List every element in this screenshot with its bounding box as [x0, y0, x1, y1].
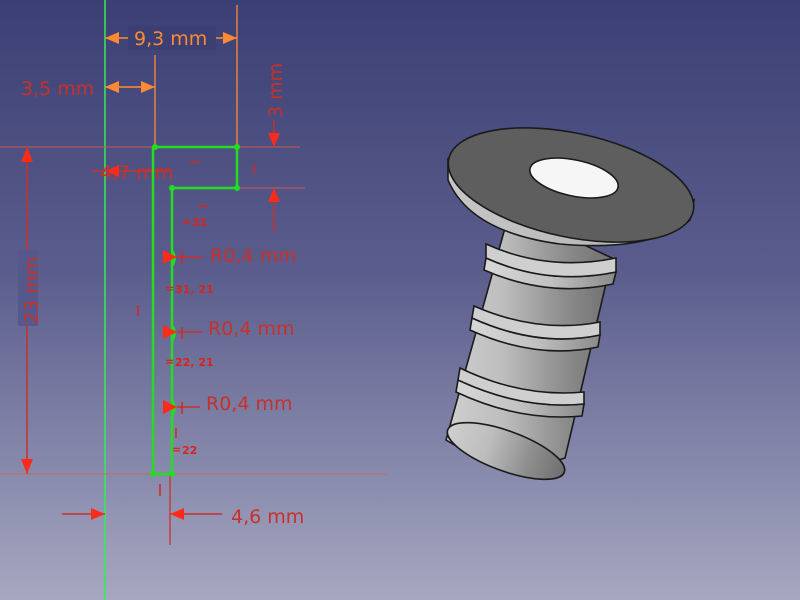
model-view[interactable]: [0, 0, 800, 600]
shaft-ribs: [455, 242, 618, 418]
fitting-3d-model[interactable]: [438, 108, 704, 491]
